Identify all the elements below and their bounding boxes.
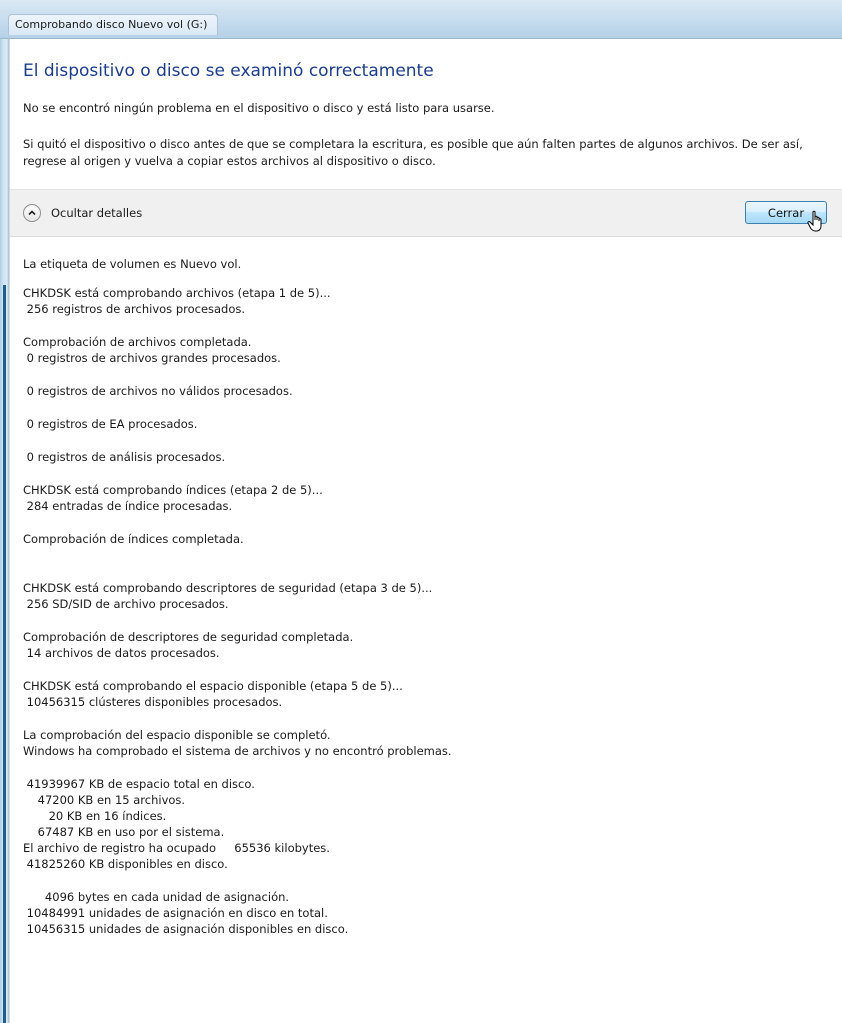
log-line: 10484991 unidades de asignación en disco… [23,906,328,920]
log-line: 10456315 clústeres disponibles procesado… [23,695,283,709]
log-line: 67487 KB en uso por el sistema. [23,825,225,839]
log-line: 10456315 unidades de asignación disponib… [23,922,349,936]
log-block: Comprobación de índices completada. [23,531,838,547]
log-line: La etiqueta de volumen es Nuevo vol. [23,257,242,271]
window-left-border [0,0,10,1023]
log-line: 4096 bytes en cada unidad de asignación. [23,890,290,904]
log-block: 4096 bytes en cada unidad de asignación.… [23,889,838,937]
log-line: 14 archivos de datos procesados. [23,646,220,660]
log-line: 41939967 KB de espacio total en disco. [23,777,255,791]
log-line: 0 registros de EA procesados. [23,417,198,431]
log-block: La etiqueta de volumen es Nuevo vol. [23,256,838,272]
log-block: Comprobación de descriptores de segurida… [23,629,838,661]
title-bar[interactable]: Comprobando disco Nuevo vol (G:) [0,0,842,39]
warning-message: Si quitó el dispositivo o disco antes de… [23,137,803,168]
log-block: 0 registros de análisis procesados. [23,449,838,465]
details-toolbar: Ocultar detalles Cerrar [10,189,842,237]
log-line: 256 SD/SID de archivo procesados. [23,597,229,611]
details-log: La etiqueta de volumen es Nuevo vol. CHKD… [23,256,838,937]
log-block: La comprobación del espacio disponible s… [23,727,838,759]
log-line: 0 registros de archivos no válidos proce… [23,384,293,398]
log-block: CHKDSK está comprobando el espacio dispo… [23,678,838,710]
log-line: 284 entradas de índice procesadas. [23,499,233,513]
log-line: La comprobación del espacio disponible s… [23,728,331,742]
log-line: CHKDSK está comprobando el espacio dispo… [23,679,403,693]
log-line: CHKDSK está comprobando descriptores de … [23,581,433,595]
hide-details-label: Ocultar detalles [51,206,143,220]
log-line: 256 registros de archivos procesados. [23,302,246,316]
log-block: CHKDSK está comprobando índices (etapa 2… [23,482,838,514]
log-line: 47200 KB en 15 archivos. [23,793,186,807]
window-title: Comprobando disco Nuevo vol (G:) [8,14,219,35]
log-line: Comprobación de índices completada. [23,532,244,546]
log-line: El archivo de registro ha ocupado 65536 … [23,841,330,855]
log-line: CHKDSK está comprobando archivos (etapa … [23,286,331,300]
log-line: Windows ha comprobado el sistema de arch… [23,744,452,758]
check-disk-window: Comprobando disco Nuevo vol (G:) El disp… [0,0,842,1023]
result-heading: El dispositivo o disco se examinó correc… [23,61,434,81]
log-line: 0 registros de análisis procesados. [23,450,226,464]
log-block: Comprobación de archivos completada. 0 r… [23,334,838,366]
log-line: Comprobación de archivos completada. [23,335,252,349]
log-line: 20 KB en 16 índices. [23,809,167,823]
log-block: CHKDSK está comprobando descriptores de … [23,580,838,612]
result-message: No se encontró ningún problema en el dis… [23,101,495,115]
chevron-up-icon [23,204,41,222]
log-line: Comprobación de descriptores de segurida… [23,630,354,644]
hide-details-toggle[interactable]: Ocultar detalles [23,204,142,222]
log-block: CHKDSK está comprobando archivos (etapa … [23,285,838,317]
log-block: 41939967 KB de espacio total en disco. 4… [23,776,838,872]
log-line: 41825260 KB disponibles en disco. [23,857,228,871]
log-line: CHKDSK está comprobando índices (etapa 2… [23,483,323,497]
log-block: 0 registros de archivos no válidos proce… [23,383,838,399]
log-line: 0 registros de archivos grandes procesad… [23,351,281,365]
hand-cursor-icon [807,210,822,232]
log-block: 0 registros de EA procesados. [23,416,838,432]
